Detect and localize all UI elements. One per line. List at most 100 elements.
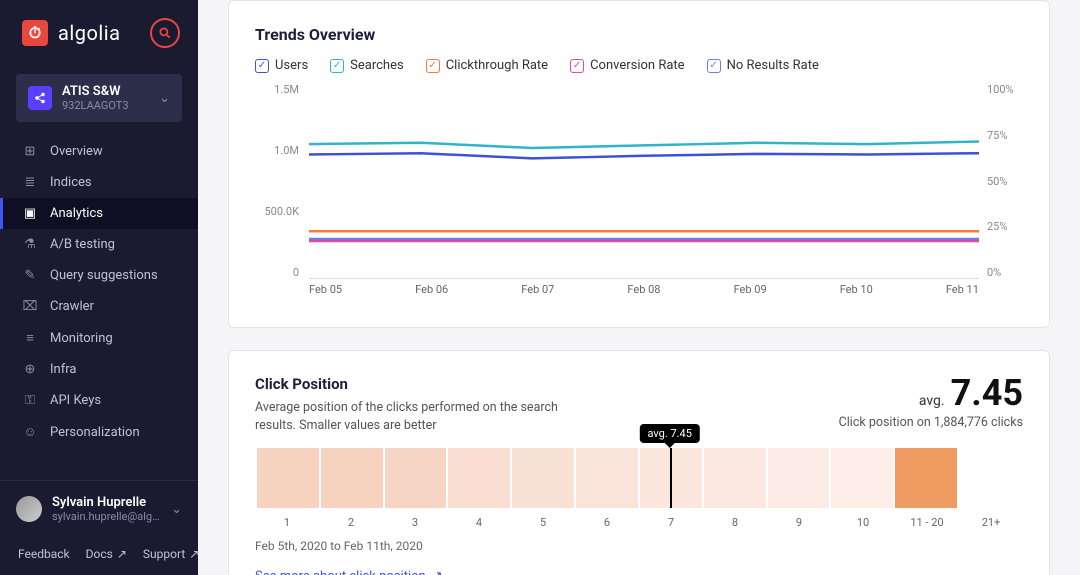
legend-item-conversion-rate[interactable]: ✓Conversion Rate <box>570 58 685 73</box>
sidebar-item-label: API Keys <box>50 393 101 408</box>
sidebar-nav: ⊞Overview≣Indices▣Analytics⚗A/B testing✎… <box>0 136 198 448</box>
trends-chart: 1.5M1.0M500.0K0 100%75%50%25%0% Feb 05Fe… <box>255 83 1023 303</box>
click-position-chart: avg. 7.45 1234567891011 - 2021+ <box>255 448 1023 529</box>
series-searches <box>309 142 979 149</box>
click-position-desc: Average position of the clicks performed… <box>255 399 575 434</box>
sidebar-item-label: Infra <box>50 362 76 377</box>
click-position-title: Click Position <box>255 375 575 393</box>
sidebar-item-api-keys[interactable]: ⚿ API Keys <box>0 385 198 416</box>
chevron-down-icon: ⌄ <box>171 502 182 517</box>
click-position-cell[interactable] <box>831 448 895 508</box>
sidebar-footer-links: Feedback Docs ↗ Support ↗ <box>0 537 198 575</box>
analytics-icon: ▣ <box>22 206 38 221</box>
click-position-cell[interactable] <box>385 448 449 508</box>
click-position-cell[interactable] <box>321 448 385 508</box>
checkbox-icon: ✓ <box>426 59 440 73</box>
legend-item-searches[interactable]: ✓ Searches <box>330 58 404 73</box>
apikeys-icon: ⚿ <box>22 393 38 408</box>
user-menu[interactable]: Sylvain Huprelle sylvain.huprelle@algoli… <box>0 480 198 537</box>
legend-item-clickthrough-rate[interactable]: ✓Clickthrough Rate <box>426 58 548 73</box>
brand-name: algolia <box>58 21 120 45</box>
crawler-icon: ⌧ <box>22 299 38 314</box>
click-position-cell[interactable] <box>704 448 768 508</box>
y-axis-right: 100%75%50%25%0% <box>987 83 1023 279</box>
click-position-cell[interactable] <box>576 448 640 508</box>
avg-tooltip: avg. 7.45 <box>640 424 700 443</box>
click-position-sub: Click position on 1,884,776 clicks <box>839 415 1023 430</box>
avg-value: 7.45 <box>951 372 1023 414</box>
sidebar-item-monitoring[interactable]: ≡Monitoring <box>0 322 198 354</box>
main-content: Trends Overview ✓Users ✓ Searches ✓Clickthr… <box>198 0 1080 575</box>
checkbox-icon: ✓ <box>330 59 344 73</box>
legend-label: Searches <box>350 58 404 73</box>
click-position-xaxis: 1234567891011 - 2021+ <box>255 516 1023 529</box>
cp-x-label: 6 <box>575 516 639 529</box>
avg-marker-line <box>670 448 672 508</box>
sidebar-item-label: Overview <box>50 144 103 159</box>
click-position-daterange: Feb 5th, 2020 to Feb 11th, 2020 <box>255 539 1023 553</box>
click-position-cell[interactable] <box>512 448 576 508</box>
legend-label: No Results Rate <box>727 58 819 73</box>
sidebar-item-overview[interactable]: ⊞Overview <box>0 136 198 167</box>
checkbox-icon: ✓ <box>707 59 721 73</box>
y-tick: 1.0M <box>255 144 299 157</box>
y-tick: 75% <box>987 129 1023 142</box>
cp-x-label: 1 <box>255 516 319 529</box>
sidebar-item-label: Indices <box>50 175 92 190</box>
x-tick: Feb 05 <box>309 283 342 303</box>
sidebar-item-query-suggestions[interactable]: ✎Query suggestions <box>0 260 198 291</box>
perso-icon: ☺ <box>22 424 38 440</box>
y-tick: 0% <box>987 266 1023 279</box>
x-axis: Feb 05Feb 06Feb 07Feb 08Feb 09Feb 10Feb … <box>309 283 979 303</box>
docs-link[interactable]: Docs ↗ <box>86 547 127 561</box>
project-selector[interactable]: ATIS S&W 932LAAGOT3 ⌄ <box>16 74 182 122</box>
y-tick: 50% <box>987 175 1023 188</box>
x-tick: Feb 06 <box>415 283 448 303</box>
legend-item-users[interactable]: ✓Users <box>255 58 308 73</box>
trends-title: Trends Overview <box>255 25 1023 44</box>
click-position-cell[interactable] <box>448 448 512 508</box>
series-users <box>309 153 979 158</box>
logo-mark-icon: ⏱ <box>22 20 48 46</box>
legend-item-no-results-rate[interactable]: ✓ No Results Rate <box>707 58 819 73</box>
click-position-cell[interactable] <box>768 448 832 508</box>
sidebar-item-crawler[interactable]: ⌧Crawler <box>0 291 198 322</box>
cp-x-label: 7 <box>639 516 703 529</box>
y-tick: 500.0K <box>255 205 299 218</box>
abtesting-icon: ⚗ <box>22 237 38 252</box>
y-tick: 25% <box>987 220 1023 233</box>
sidebar-item-label: Query suggestions <box>50 268 158 283</box>
click-position-cell[interactable] <box>959 448 1023 508</box>
click-position-cell[interactable] <box>640 448 704 508</box>
sidebar-item-label: Monitoring <box>50 331 113 346</box>
sidebar-item-infra[interactable]: ⊕ Infra <box>0 354 198 385</box>
click-position-cell[interactable] <box>895 448 959 508</box>
sidebar-item-personalization[interactable]: ☺Personalization <box>0 416 198 448</box>
sidebar-item-indices[interactable]: ≣Indices <box>0 167 198 198</box>
support-link[interactable]: Support ↗ <box>143 547 199 561</box>
cp-x-label: 21+ <box>959 516 1023 529</box>
infra-icon: ⊕ <box>22 362 38 377</box>
sidebar-header: ⏱ algolia <box>0 0 198 66</box>
sidebar-item-a-b-testing[interactable]: ⚗A/B testing <box>0 229 198 260</box>
click-position-cells <box>255 448 1023 508</box>
x-tick: Feb 07 <box>521 283 554 303</box>
trends-overview-card: Trends Overview ✓Users ✓ Searches ✓Clickthr… <box>228 0 1050 328</box>
user-email: sylvain.huprelle@algoli… <box>52 510 161 523</box>
sidebar-item-analytics[interactable]: ▣Analytics <box>0 198 198 229</box>
global-search-button[interactable] <box>150 18 180 48</box>
user-name: Sylvain Huprelle <box>52 495 161 510</box>
checkbox-icon: ✓ <box>570 59 584 73</box>
avatar <box>16 496 42 522</box>
click-position-cell[interactable] <box>255 448 321 508</box>
x-tick: Feb 11 <box>946 283 979 303</box>
cp-x-label: 3 <box>383 516 447 529</box>
x-tick: Feb 08 <box>627 283 660 303</box>
x-tick: Feb 09 <box>734 283 767 303</box>
feedback-link[interactable]: Feedback <box>18 547 70 561</box>
y-axis-left: 1.5M1.0M500.0K0 <box>255 83 299 279</box>
trends-lines <box>309 83 979 278</box>
cp-x-label: 5 <box>511 516 575 529</box>
chart-plot-area <box>309 83 979 279</box>
click-position-link[interactable]: See more about click position ↗ <box>255 569 443 575</box>
